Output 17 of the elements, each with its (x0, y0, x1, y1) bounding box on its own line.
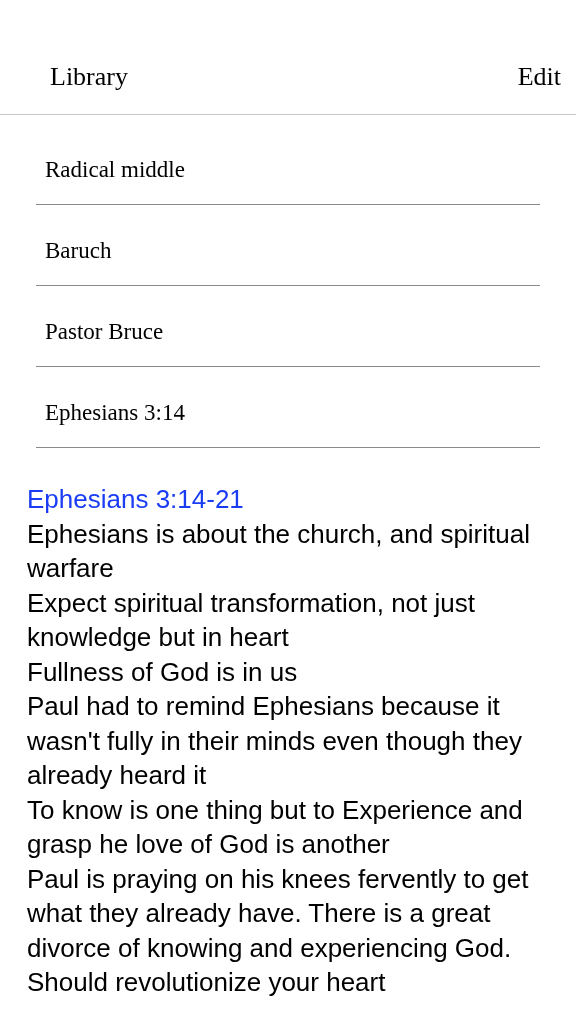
note-paragraph: Ephesians is about the church, and spiritual warfare (27, 517, 531, 585)
note-row[interactable]: Baruch (36, 205, 540, 286)
note-paragraph: Expect spiritual transformation, not just knowledge but in heart (27, 586, 476, 654)
note-paragraph: Paul is praying on his knees fervently to get what they already have. There is a great divorce of knowing and experiencing God. Should revolutionize your heart (27, 862, 530, 999)
note-title: Pastor Bruce (45, 319, 164, 345)
note-paragraph: Fullness of God is in us (27, 655, 299, 689)
note-row[interactable]: Pastor Bruce (36, 286, 540, 367)
note-title: Ephesians 3:14 (45, 400, 185, 426)
edit-button[interactable]: Edit (517, 60, 561, 94)
note-paragraph: To know is one thing but to Experience and grasp he love of God is another (27, 793, 524, 861)
note-row[interactable]: Ephesians 3:14 (36, 367, 540, 448)
note-title: Radical middle (45, 157, 185, 183)
scripture-link[interactable]: Ephesians 3:14-21 (27, 482, 556, 517)
note-title: Baruch (45, 238, 112, 264)
library-back-button[interactable]: Library (50, 60, 128, 94)
note-row[interactable]: Radical middle (36, 124, 540, 205)
note-paragraph: Paul had to remind Ephesians because it wasn't fully in their minds even though they already heard it (27, 690, 523, 792)
